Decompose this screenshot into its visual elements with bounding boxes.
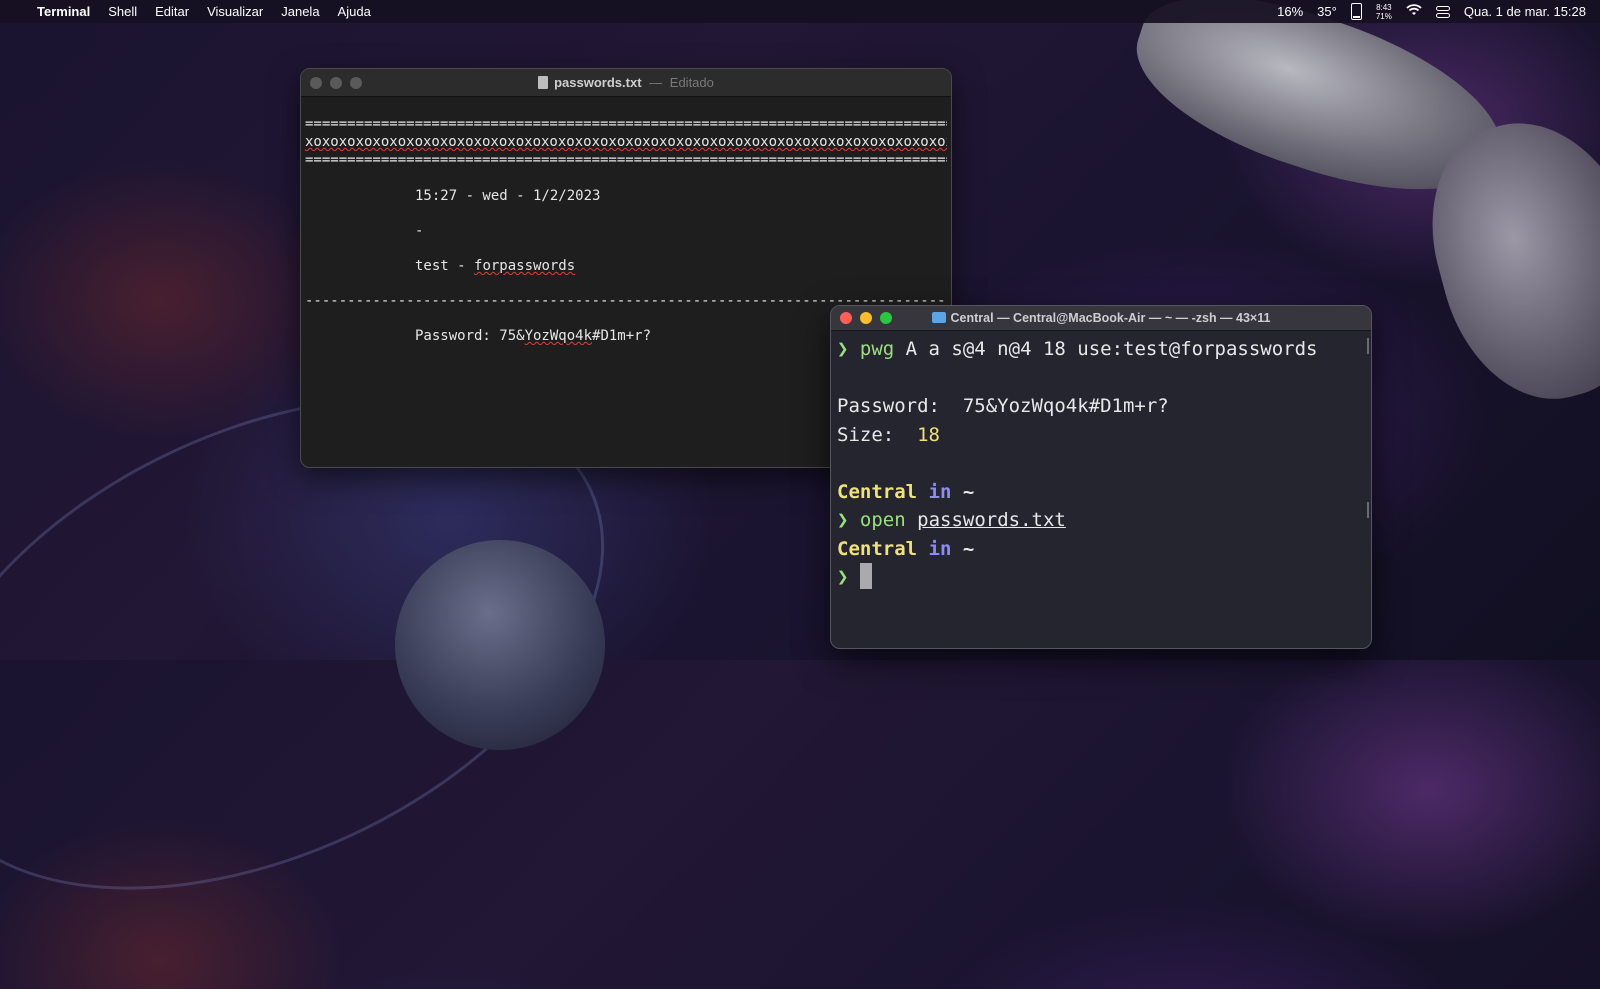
terminal-title: Central — Central@MacBook-Air — ~ — -zsh… <box>950 311 1271 325</box>
prompt-in: in <box>917 537 963 560</box>
menu-bar: Terminal Shell Editar Visualizar Janela … <box>0 0 1600 23</box>
separator-line: ========================================… <box>305 116 947 132</box>
prompt-host: Central <box>837 480 918 503</box>
wallpaper-planet <box>395 540 605 750</box>
prompt-icon: ❯ <box>837 338 849 360</box>
terminal-window: Central — Central@MacBook-Air — ~ — -zsh… <box>830 305 1372 649</box>
menu-clock[interactable]: Qua. 1 de mar. 15:28 <box>1464 4 1586 19</box>
textedit-title-sep: — <box>649 75 663 90</box>
prompt-in: in <box>917 480 963 503</box>
window-title: Central — Central@MacBook-Air — ~ — -zsh… <box>831 306 1371 330</box>
text-cursor[interactable] <box>859 563 872 589</box>
account-domain: forpasswords <box>474 258 576 274</box>
menu-app-name[interactable]: Terminal <box>28 0 99 23</box>
xo-line: xoxoxoxoxoxoxoxoxoxoxoxoxoxoxoxoxoxoxoxo… <box>305 134 947 150</box>
command-name: open <box>859 509 906 531</box>
menu-editar[interactable]: Editar <box>146 0 198 23</box>
menu-janela[interactable]: Janela <box>272 0 328 23</box>
document-icon <box>538 76 549 89</box>
command-line: ❯ <box>837 563 1365 592</box>
entry-dash: - <box>415 223 424 239</box>
network-stat-bottom: 71% <box>1375 11 1392 21</box>
output-password: Password: 75&YozWqo4k#D1m+r? <box>837 392 1365 421</box>
prompt-dir: ~ <box>962 537 975 560</box>
prompt-host: Central <box>837 537 918 560</box>
textedit-title: passwords.txt <box>554 75 642 90</box>
terminal-titlebar[interactable]: Central — Central@MacBook-Air — ~ — -zsh… <box>831 306 1371 331</box>
command-file-arg[interactable]: passwords.txt <box>917 509 1066 531</box>
prompt-context: Central in ~ <box>837 535 1365 564</box>
output-value: 18 <box>917 423 940 446</box>
entry-date: 15:27 - wed - 1/2/2023 <box>415 188 601 204</box>
output-label: Password: <box>837 395 963 417</box>
menu-ajuda[interactable]: Ajuda <box>329 0 380 23</box>
password-end: #D1m+r? <box>592 328 652 344</box>
status-temperature[interactable]: 35° <box>1317 4 1337 19</box>
menu-visualizar[interactable]: Visualizar <box>198 0 272 23</box>
password-label: Password: 75& <box>415 328 525 344</box>
scroll-marker <box>1367 502 1369 518</box>
command-args: A a s@4 n@4 18 use:test@forpasswords <box>894 338 1318 360</box>
prompt-context: Central in ~ <box>837 478 1365 507</box>
output-value: 75&YozWqo4k#D1m+r? <box>962 395 1169 417</box>
account-user: test - <box>415 258 475 274</box>
command-line: ❯ pwg A a s@4 n@4 18 use:test@forpasswor… <box>837 335 1365 364</box>
terminal-output[interactable]: ❯ pwg A a s@4 n@4 18 use:test@forpasswor… <box>831 331 1371 596</box>
menu-shell[interactable]: Shell <box>99 0 146 23</box>
command-line: ❯ open passwords.txt <box>837 506 1365 535</box>
textedit-titlebar[interactable]: passwords.txt — Editado <box>301 69 951 97</box>
prompt-icon: ❯ <box>837 509 849 531</box>
control-center-icon[interactable] <box>1435 5 1450 18</box>
output-label: Size: <box>837 423 918 446</box>
window-title: passwords.txt — Editado <box>301 69 951 96</box>
password-mid: YozWqo4k <box>524 328 593 344</box>
prompt-dir: ~ <box>962 480 975 503</box>
command-name: pwg <box>859 338 895 360</box>
wifi-icon[interactable] <box>1406 4 1422 19</box>
separator-line: ========================================… <box>305 152 947 168</box>
folder-icon <box>931 312 946 323</box>
entry-account: test - forpasswords <box>305 257 947 275</box>
scroll-marker <box>1367 338 1369 354</box>
network-stat-top: 8:43 <box>1376 2 1392 12</box>
network-stats[interactable]: 8:43 71% <box>1376 3 1392 21</box>
output-size: Size: 18 <box>837 421 1365 450</box>
textedit-edited-status: Editado <box>669 75 714 90</box>
prompt-icon: ❯ <box>837 566 849 588</box>
status-cpu-percent[interactable]: 16% <box>1277 4 1303 19</box>
battery-icon[interactable] <box>1350 3 1362 20</box>
